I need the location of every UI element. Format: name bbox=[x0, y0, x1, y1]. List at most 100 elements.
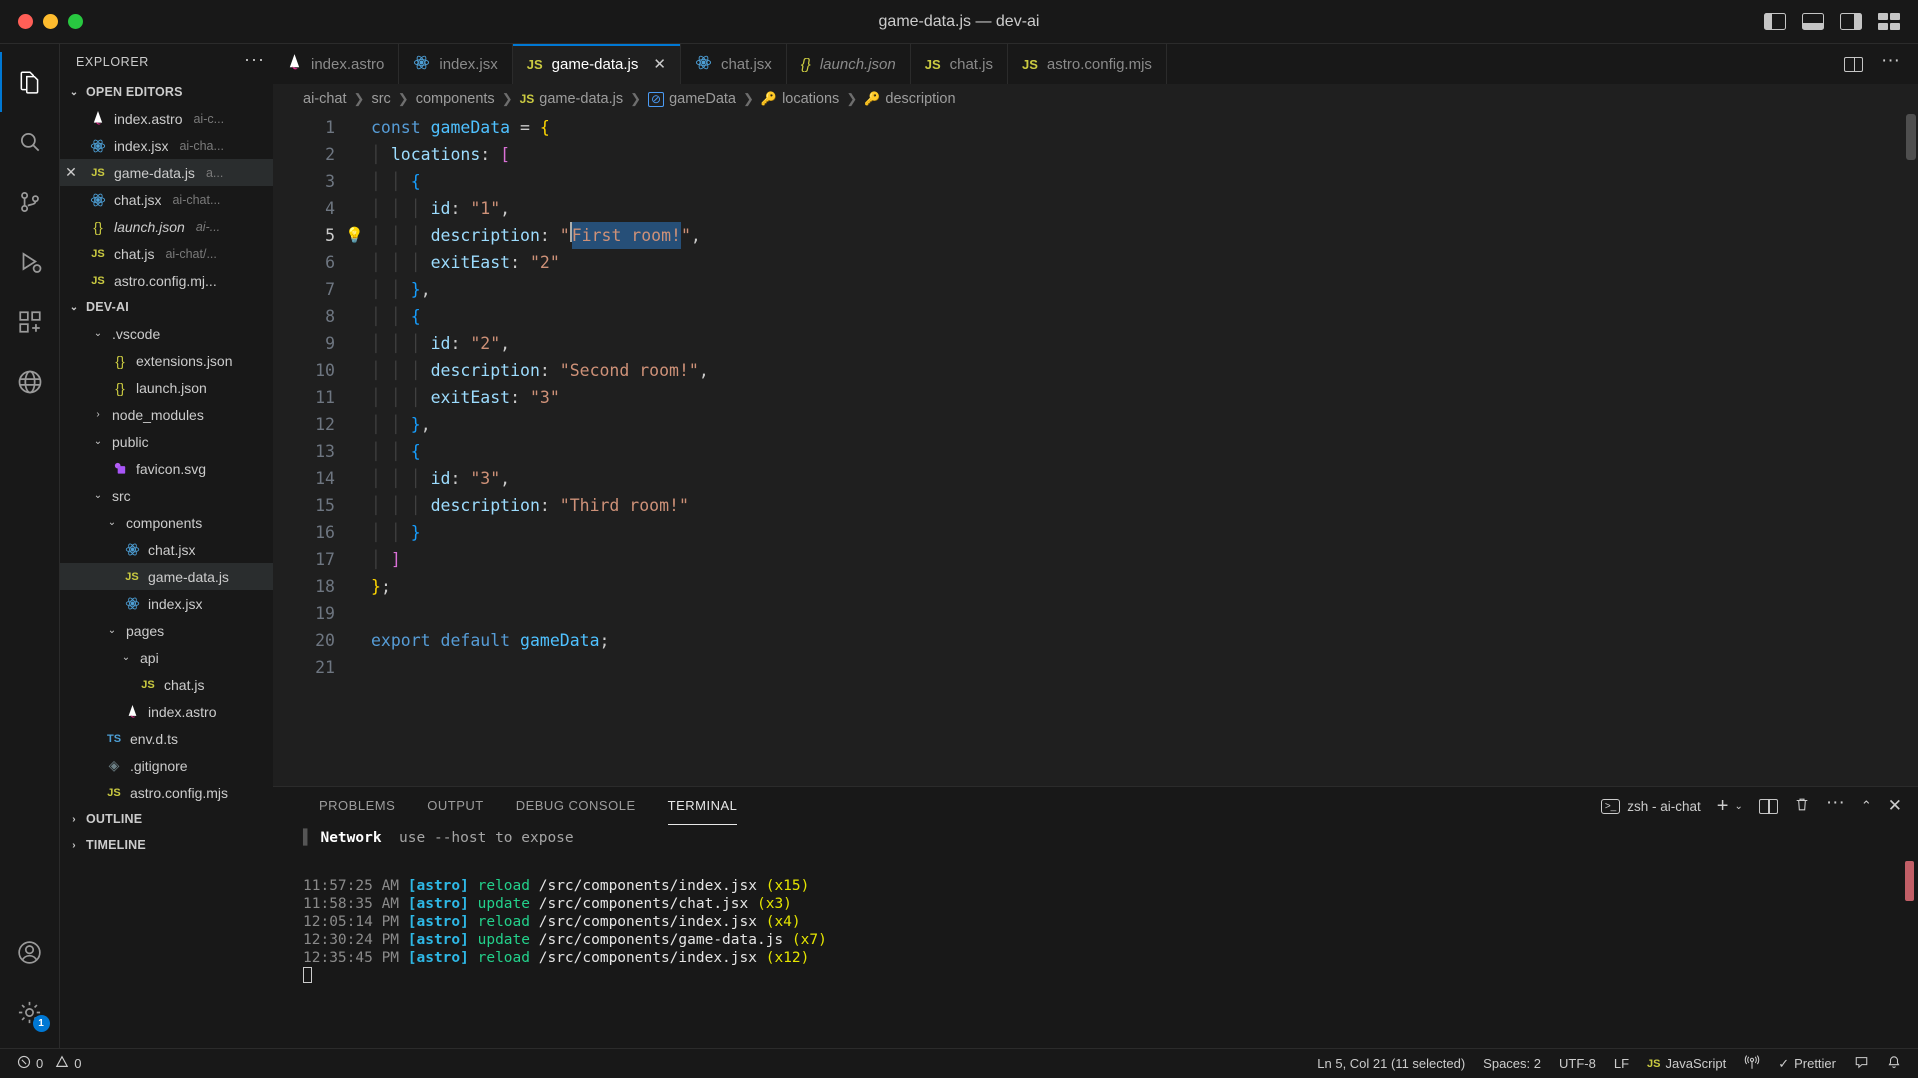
tree-item-launch-json[interactable]: {} launch.json bbox=[60, 374, 273, 401]
activitybar-item-accounts[interactable] bbox=[0, 922, 60, 982]
chevron-down-icon[interactable]: ⌄ bbox=[1734, 801, 1742, 812]
activitybar-item-manage[interactable]: 1 bbox=[0, 982, 60, 1042]
section-outline[interactable]: › OUTLINE bbox=[60, 806, 273, 832]
close-icon[interactable]: ✕ bbox=[60, 164, 82, 181]
tree-item-chat-js[interactable]: JS chat.js bbox=[60, 671, 273, 698]
status-notifications[interactable] bbox=[1878, 1049, 1910, 1078]
tree-item-api[interactable]: ⌄ api bbox=[60, 644, 273, 671]
tree-item-label: api bbox=[140, 649, 159, 666]
terminal-selector[interactable]: >_ zsh - ai-chat bbox=[1600, 798, 1701, 814]
activitybar-item-explorer[interactable] bbox=[0, 52, 60, 112]
open-editor-item-selected[interactable]: ✕ JS game-data.js a... bbox=[60, 159, 273, 186]
tree-item-chat-jsx[interactable]: chat.jsx bbox=[60, 536, 273, 563]
activitybar-item-extensions[interactable] bbox=[0, 292, 60, 352]
terminal-line: 12:35:45 PM [astro] reload /src/componen… bbox=[303, 949, 1918, 967]
tab-chat-jsx[interactable]: chat.jsx bbox=[680, 44, 787, 84]
breadcrumb-item-ai-chat[interactable]: ai-chat bbox=[303, 91, 347, 107]
section-open-editors[interactable]: ⌄ OPEN EDITORS bbox=[60, 79, 273, 105]
toggle-secondary-sidebar-icon[interactable] bbox=[1840, 13, 1862, 30]
open-editor-item[interactable]: chat.jsx ai-chat... bbox=[60, 186, 273, 213]
open-editor-item[interactable]: index.jsx ai-cha... bbox=[60, 132, 273, 159]
tree-item-favicon-svg[interactable]: favicon.svg bbox=[60, 455, 273, 482]
open-editor-item[interactable]: JS chat.js ai-chat/... bbox=[60, 240, 273, 267]
breadcrumb-item-gameData[interactable]: ⊘ gameData bbox=[648, 91, 736, 107]
breadcrumb-item-src[interactable]: src bbox=[371, 91, 390, 107]
editor-more-actions-icon[interactable]: ··· bbox=[1881, 51, 1900, 72]
tree-item-index-astro[interactable]: index.astro bbox=[60, 698, 273, 725]
tree-item-src[interactable]: ⌄ src bbox=[60, 482, 273, 509]
code-editor[interactable]: 1 2 3 4 5 6 7 8 9 10 11 12 13 14 15 16 1 bbox=[273, 114, 1918, 786]
feedback-icon bbox=[1854, 1055, 1869, 1072]
open-editor-item[interactable]: JS astro.config.mj... bbox=[60, 267, 273, 294]
tree-item-node-modules[interactable]: › node_modules bbox=[60, 401, 273, 428]
close-window-button[interactable] bbox=[18, 14, 33, 29]
code-line: │ │ }, bbox=[371, 415, 431, 434]
customize-layout-icon[interactable] bbox=[1878, 13, 1900, 30]
tab-terminal[interactable]: TERMINAL bbox=[652, 787, 754, 825]
tree-item-public[interactable]: ⌄ public bbox=[60, 428, 273, 455]
open-editor-item[interactable]: index.astro ai-c... bbox=[60, 105, 273, 132]
tree-item-env-d-ts[interactable]: TS env.d.ts bbox=[60, 725, 273, 752]
toggle-panel-icon[interactable] bbox=[1802, 13, 1824, 30]
code-content[interactable]: const gameData = { │ locations: [ │ │ { … bbox=[371, 114, 1918, 786]
tab-index-astro[interactable]: index.astro bbox=[273, 44, 400, 84]
quick-fix-lightbulb-icon[interactable]: 💡 bbox=[345, 222, 371, 249]
breadcrumb-item-game-data-js[interactable]: JS game-data.js bbox=[520, 91, 624, 107]
tab-game-data-js[interactable]: JS game-data.js ✕ bbox=[512, 44, 681, 84]
activitybar-item-remote-explorer[interactable] bbox=[0, 352, 60, 412]
breadcrumb-item-locations[interactable]: 🔑 locations bbox=[761, 91, 839, 107]
tree-item-astro-config-mjs[interactable]: JS astro.config.mjs bbox=[60, 779, 273, 806]
split-terminal-icon[interactable] bbox=[1758, 798, 1778, 814]
status-problems[interactable]: 0 0 bbox=[8, 1049, 90, 1078]
minimize-window-button[interactable] bbox=[43, 14, 58, 29]
tree-item-pages[interactable]: ⌄ pages bbox=[60, 617, 273, 644]
activitybar-item-run-and-debug[interactable] bbox=[0, 232, 60, 292]
toggle-primary-sidebar-icon[interactable] bbox=[1764, 13, 1786, 30]
status-prettier[interactable]: ✓ Prettier bbox=[1769, 1049, 1845, 1078]
new-terminal-icon[interactable]: + bbox=[1717, 795, 1729, 818]
activitybar-item-search[interactable] bbox=[0, 112, 60, 172]
tab-launch-json[interactable]: {} launch.json bbox=[786, 44, 911, 84]
tab-astro-config-mjs[interactable]: JS astro.config.mjs bbox=[1007, 44, 1167, 84]
editor-scrollbar[interactable] bbox=[1906, 114, 1916, 160]
status-feedback[interactable] bbox=[1845, 1049, 1878, 1078]
close-icon[interactable]: ✕ bbox=[653, 55, 666, 73]
tree-item-extensions-json[interactable]: {} extensions.json bbox=[60, 347, 273, 374]
tab-chat-js[interactable]: JS chat.js bbox=[910, 44, 1008, 84]
kill-terminal-icon[interactable] bbox=[1794, 796, 1810, 817]
terminal-output[interactable]: ▌ Network use --host to expose 11:57:25 … bbox=[273, 825, 1918, 1048]
status-indentation[interactable]: Spaces: 2 bbox=[1474, 1049, 1550, 1078]
breadcrumb-item-description[interactable]: 🔑 description bbox=[864, 91, 955, 107]
section-dev-ai[interactable]: ⌄ DEV-AI bbox=[60, 294, 273, 320]
tab-output[interactable]: OUTPUT bbox=[411, 787, 499, 825]
tree-item-vscode[interactable]: ⌄ .vscode bbox=[60, 320, 273, 347]
tree-item-index-jsx[interactable]: index.jsx bbox=[60, 590, 273, 617]
tree-item-game-data-js[interactable]: JS game-data.js bbox=[60, 563, 273, 590]
close-panel-icon[interactable]: ✕ bbox=[1888, 796, 1902, 816]
status-eol[interactable]: LF bbox=[1605, 1049, 1638, 1078]
code-line: │ │ } bbox=[371, 523, 421, 542]
tree-item-components[interactable]: ⌄ components bbox=[60, 509, 273, 536]
window-controls[interactable] bbox=[0, 14, 83, 29]
sidebar-more-actions-icon[interactable]: ··· bbox=[244, 50, 265, 69]
status-cursor-position[interactable]: Ln 5, Col 21 (11 selected) bbox=[1308, 1049, 1474, 1078]
activitybar-item-source-control[interactable] bbox=[0, 172, 60, 232]
maximize-panel-icon[interactable]: ⌃ bbox=[1861, 798, 1872, 814]
react-icon bbox=[88, 138, 108, 154]
status-radio-tower[interactable] bbox=[1735, 1049, 1769, 1078]
tab-debug-console[interactable]: DEBUG CONSOLE bbox=[500, 787, 652, 825]
tree-item-label: .vscode bbox=[112, 325, 161, 342]
split-editor-icon[interactable] bbox=[1844, 56, 1864, 72]
line-number: 16 bbox=[315, 523, 335, 542]
breadcrumb-item-components[interactable]: components bbox=[416, 91, 495, 107]
tab-problems[interactable]: PROBLEMS bbox=[303, 787, 411, 825]
maximize-window-button[interactable] bbox=[68, 14, 83, 29]
section-timeline[interactable]: › TIMELINE bbox=[60, 832, 273, 858]
status-encoding[interactable]: UTF-8 bbox=[1550, 1049, 1605, 1078]
status-language-mode[interactable]: JS JavaScript bbox=[1638, 1049, 1735, 1078]
terminal-scrollbar[interactable] bbox=[1905, 861, 1914, 901]
tab-index-jsx[interactable]: index.jsx bbox=[399, 44, 513, 84]
tree-item-gitignore[interactable]: ◈ .gitignore bbox=[60, 752, 273, 779]
panel-more-actions-icon[interactable]: ··· bbox=[1826, 793, 1845, 814]
open-editor-item[interactable]: {} launch.json ai-... bbox=[60, 213, 273, 240]
